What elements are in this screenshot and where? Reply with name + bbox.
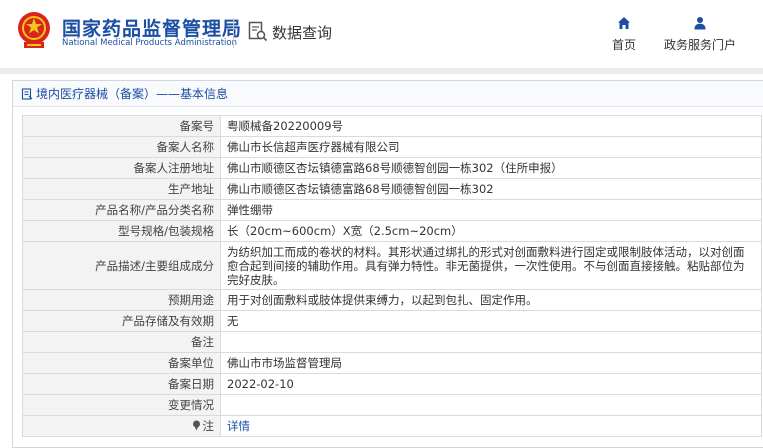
field-label: 型号规格/包装规格	[22, 220, 221, 242]
table-row: 变更情况	[22, 394, 762, 416]
document-search-icon	[248, 21, 268, 42]
record-table: 备案号 粤顺械备20220009号 备案人名称 佛山市长信超声医疗器械有限公司 …	[22, 115, 762, 437]
nav-home-label: 首页	[611, 38, 636, 52]
field-value: 佛山市长信超声医疗器械有限公司	[220, 136, 762, 158]
table-row: 产品名称/产品分类名称 弹性绷带	[22, 199, 762, 221]
table-row: 预期用途 用于对创面敷料或肢体提供束缚力，以起到包扎、固定作用。	[22, 289, 762, 311]
field-value: 2022-02-10	[220, 373, 762, 395]
table-row: 备案日期 2022-02-10	[22, 373, 762, 395]
brand-title-cn: 国家药品监督管理局	[62, 18, 243, 40]
field-label: 备案号	[22, 115, 221, 137]
field-label: 注	[202, 419, 215, 433]
field-value: 佛山市顺德区杏坛镇德富路68号顺德智创园一栋302（住所申报）	[220, 157, 762, 179]
details-link[interactable]: 详情	[227, 419, 250, 433]
panel-title-text: 境内医疗器械（备案）——基本信息	[36, 86, 229, 101]
field-label: 变更情况	[22, 394, 221, 416]
field-label: 生产地址	[22, 178, 221, 200]
field-label: 产品存储及有效期	[22, 310, 221, 332]
header-divider	[233, 18, 234, 48]
table-row: 型号规格/包装规格 长（20cm~600cm）X宽（2.5cm~20cm）	[22, 220, 762, 242]
table-row: 备案人注册地址 佛山市顺德区杏坛镇德富路68号顺德智创园一栋302（住所申报）	[22, 157, 762, 179]
field-label: 备案日期	[22, 373, 221, 395]
field-value: 为纺织加工而成的卷状的材料。其形状通过绑扎的形式对创面敷料进行固定或限制肢体活动…	[220, 241, 762, 290]
field-value	[220, 394, 762, 416]
field-value: 粤顺械备20220009号	[220, 115, 762, 137]
table-row: 备案号 粤顺械备20220009号	[22, 115, 762, 137]
site-header: 国家药品监督管理局 National Medical Products Admi…	[0, 0, 763, 68]
field-value: 长（20cm~600cm）X宽（2.5cm~20cm）	[220, 220, 762, 242]
panel-title: 境内医疗器械（备案）——基本信息	[13, 81, 763, 107]
home-icon	[618, 17, 630, 29]
table-row: 产品存储及有效期 无	[22, 310, 762, 332]
field-label: 备案单位	[22, 352, 221, 374]
table-row: 生产地址 佛山市顺德区杏坛镇德富路68号顺德智创园一栋302	[22, 178, 762, 200]
pin-icon	[192, 420, 200, 431]
nav-gov-service-portal[interactable]: 政务服务门户	[659, 16, 741, 53]
data-query-label: 数据查询	[272, 23, 333, 42]
field-label: 备注	[22, 331, 221, 353]
user-icon	[694, 17, 706, 30]
nav-home[interactable]: 首页	[604, 16, 644, 53]
field-value	[220, 331, 762, 353]
table-row: 备案单位 佛山市市场监督管理局	[22, 352, 762, 374]
national-emblem-logo	[18, 12, 50, 48]
document-icon	[21, 87, 33, 100]
record-panel: 境内医疗器械（备案）——基本信息 备案号 粤顺械备20220009号 备案人名称…	[12, 80, 763, 448]
detail-cell: 详情	[220, 415, 762, 437]
table-row: 注 详情	[22, 415, 762, 437]
data-query-link[interactable]: 数据查询	[248, 20, 332, 44]
field-value: 弹性绷带	[220, 199, 762, 221]
field-value: 无	[220, 310, 762, 332]
table-row: 产品描述/主要组成成分 为纺织加工而成的卷状的材料。其形状通过绑扎的形式对创面敷…	[22, 241, 762, 290]
table-row: 备注	[22, 331, 762, 353]
field-label: 备案人注册地址	[22, 157, 221, 179]
field-value: 佛山市顺德区杏坛镇德富路68号顺德智创园一栋302	[220, 178, 762, 200]
field-value: 佛山市市场监督管理局	[220, 352, 762, 374]
field-label: 产品名称/产品分类名称	[22, 199, 221, 221]
field-label: 产品描述/主要组成成分	[22, 241, 221, 290]
note-label-cell: 注	[22, 415, 221, 437]
header-separator-band	[0, 68, 763, 74]
nav-gov-label: 政务服务门户	[663, 38, 736, 52]
field-value: 用于对创面敷料或肢体提供束缚力，以起到包扎、固定作用。	[220, 289, 762, 311]
brand-title-en: National Medical Products Administration	[62, 38, 237, 48]
field-label: 备案人名称	[22, 136, 221, 158]
table-row: 备案人名称 佛山市长信超声医疗器械有限公司	[22, 136, 762, 158]
field-label: 预期用途	[22, 289, 221, 311]
